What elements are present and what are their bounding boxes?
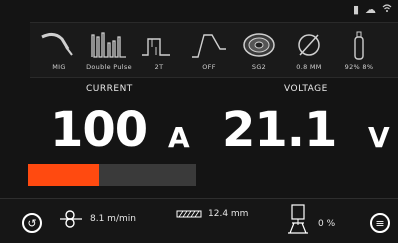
voltage-value[interactable]: 21.1 <box>222 106 337 154</box>
param-gas[interactable]: 92% 8% <box>334 23 384 77</box>
param-off[interactable]: OFF <box>184 23 234 77</box>
wire-speed-item[interactable]: 8.1 m/min <box>60 209 136 229</box>
menu-button[interactable]: ≡ <box>370 213 390 233</box>
plate-thickness-icon <box>176 210 202 218</box>
wire-diameter-icon <box>298 34 320 56</box>
cloud-icon: ☁ <box>365 3 376 16</box>
thickness-value: 12.4 mm <box>208 209 249 219</box>
off-curve-icon <box>192 34 226 58</box>
back-button[interactable]: ↺ <box>22 213 42 233</box>
wire-spool-icon <box>243 33 275 57</box>
undo-arrow-icon: ↺ <box>27 216 37 230</box>
wifi-icon <box>382 3 392 16</box>
param-sg2[interactable]: SG2 <box>234 23 284 77</box>
2t-trigger-icon <box>142 38 170 56</box>
gas-cylinder-icon <box>354 31 364 60</box>
double-pulse-icon <box>91 32 126 58</box>
current-level-fill <box>28 164 99 186</box>
percentage-value: 0 % <box>318 219 336 229</box>
wire-speed-value: 8.1 m/min <box>90 214 136 224</box>
current-level-bar <box>28 164 196 186</box>
footer-bar: ↺ 8.1 m/min 12.4 mm 0 % ≡ <box>0 198 398 243</box>
percentage-item[interactable]: 0 % <box>284 203 335 237</box>
thickness-item[interactable]: 12.4 mm <box>176 209 248 219</box>
param-mig[interactable]: MIG <box>34 23 84 77</box>
param-wire-diameter[interactable]: 0.8 MM <box>284 23 334 77</box>
welder-screen: ▮ ☁ MIG Double Pulse 2T OFF SG2 0.8 MM 9… <box>0 0 398 243</box>
param-double-pulse[interactable]: Double Pulse <box>84 23 134 77</box>
param-2t[interactable]: 2T <box>134 23 184 77</box>
status-bar: ▮ ☁ <box>0 0 398 22</box>
voltage-unit: V <box>368 121 390 154</box>
voltage-label: VOLTAGE <box>284 84 328 94</box>
process-parameters-bar: MIG Double Pulse 2T OFF SG2 0.8 MM 92% 8… <box>30 22 398 78</box>
document-icon: ▮ <box>352 3 359 16</box>
arc-length-icon <box>288 204 308 234</box>
current-value[interactable]: 100 <box>50 106 148 154</box>
current-unit: A <box>168 121 190 154</box>
wire-feed-icon <box>60 210 82 228</box>
current-label: CURRENT <box>86 84 133 94</box>
menu-icon: ≡ <box>375 216 385 230</box>
mig-torch-icon <box>41 32 73 56</box>
